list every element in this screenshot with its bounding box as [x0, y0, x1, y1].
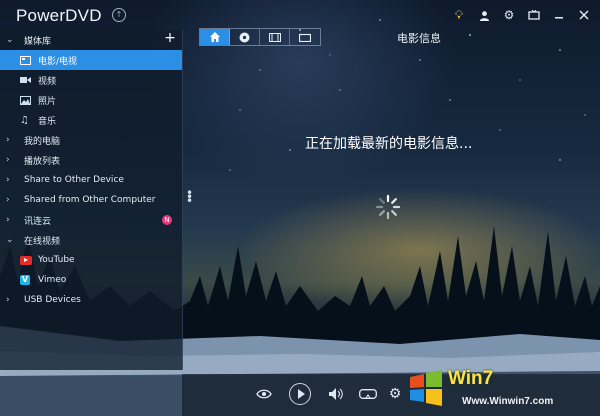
- sidebar-item-label: 讯连云: [24, 216, 52, 227]
- sidebar-item-label: YouTube: [38, 255, 75, 265]
- eye-icon[interactable]: [254, 382, 274, 406]
- sidebar-item-label: 电影/电视: [38, 56, 78, 67]
- photo-icon: [20, 95, 34, 105]
- vr-icon[interactable]: [358, 382, 378, 406]
- movie-icon: [20, 55, 34, 65]
- chevron-right-icon: ›: [6, 155, 10, 165]
- music-icon: ♫: [20, 114, 29, 126]
- youtube-icon: [20, 255, 34, 265]
- video-icon: [20, 76, 34, 84]
- loading-spinner-icon: [375, 194, 401, 220]
- play-button[interactable]: [288, 382, 312, 406]
- home-icon: [209, 32, 220, 42]
- volume-icon[interactable]: [326, 382, 346, 406]
- tv-icon[interactable]: [526, 7, 542, 23]
- tab-film[interactable]: [260, 29, 290, 45]
- vimeo-icon: V: [20, 275, 30, 285]
- sidebar-item-videos[interactable]: 视频: [0, 70, 182, 90]
- chevron-right-icon: ›: [6, 195, 10, 205]
- title-bar: PowerDVD ↑ 💡︎ ⚙: [0, 0, 600, 30]
- view-tabs: [199, 28, 321, 46]
- sidebar-splitter-handle[interactable]: • • •: [186, 187, 193, 207]
- chevron-down-icon: ⌄: [6, 35, 14, 45]
- lightbulb-icon[interactable]: 💡︎: [451, 7, 467, 23]
- tab-home[interactable]: [200, 29, 230, 45]
- gear-icon[interactable]: ⚙: [501, 7, 517, 23]
- add-icon[interactable]: +: [164, 30, 176, 46]
- sidebar-item-label: USB Devices: [24, 295, 81, 305]
- sidebar-item-usb-devices[interactable]: › USB Devices: [0, 290, 182, 310]
- sidebar-item-my-computer[interactable]: › 我的电脑: [0, 130, 182, 150]
- watermark-text: Win7: [448, 368, 494, 389]
- sidebar-item-share-to-other-device[interactable]: › Share to Other Device: [0, 170, 182, 190]
- chevron-right-icon: ›: [6, 215, 10, 225]
- upgrade-badge-icon[interactable]: ↑: [112, 8, 126, 22]
- sidebar-item-label: Share to Other Device: [24, 175, 124, 185]
- sidebar-item-cyberlink-cloud[interactable]: › 讯连云 N: [0, 210, 182, 230]
- tab-disc[interactable]: [230, 29, 260, 45]
- new-badge: N: [162, 215, 172, 225]
- chevron-right-icon: ›: [6, 135, 10, 145]
- sidebar-group-media-library[interactable]: ⌄ 媒体库 +: [0, 30, 182, 50]
- sidebar-item-label: Vimeo: [38, 275, 67, 285]
- sidebar-item-music[interactable]: ♫ 音乐: [0, 110, 182, 130]
- chevron-right-icon: ›: [6, 175, 10, 185]
- sidebar-item-label: 播放列表: [24, 156, 61, 167]
- sidebar-item-label: 视频: [38, 76, 57, 87]
- sidebar-item-youtube[interactable]: YouTube: [0, 250, 182, 270]
- sidebar-item-movies-tv[interactable]: 电影/电视: [0, 50, 182, 70]
- play-icon: [289, 383, 311, 405]
- sidebar-item-label: 照片: [38, 96, 57, 107]
- watermark-url: Www.Winwin7.com: [462, 396, 554, 407]
- disc-icon: [239, 32, 250, 42]
- sidebar-item-label: 我的电脑: [24, 136, 61, 147]
- user-icon[interactable]: [476, 7, 492, 23]
- settings-icon[interactable]: ⚙: [386, 382, 404, 406]
- sidebar-item-playlists[interactable]: › 播放列表: [0, 150, 182, 170]
- minimize-icon[interactable]: [551, 7, 567, 23]
- sidebar-item-vimeo[interactable]: V Vimeo: [0, 270, 182, 290]
- sidebar-group-online-video[interactable]: ⌄ 在线视频: [0, 230, 182, 250]
- chevron-right-icon: ›: [6, 295, 10, 305]
- sidebar: ⌄ 媒体库 + 电影/电视 视频 照片 ♫ 音乐 › 我的电脑 › 播放列表 ›…: [0, 30, 183, 370]
- close-icon[interactable]: [576, 7, 592, 23]
- tv-icon: [299, 33, 311, 42]
- section-title: 电影信息: [397, 32, 441, 45]
- app-title: PowerDVD: [16, 6, 102, 25]
- sidebar-group-label: 媒体库: [24, 36, 52, 47]
- loading-message: 正在加载最新的电影信息...: [305, 136, 473, 152]
- sidebar-item-label: Shared from Other Computer: [24, 195, 156, 205]
- tab-tv[interactable]: [290, 29, 320, 45]
- window-controls: 💡︎ ⚙: [451, 6, 592, 24]
- chevron-down-icon: ⌄: [6, 235, 14, 245]
- sidebar-item-photos[interactable]: 照片: [0, 90, 182, 110]
- sidebar-item-shared-from-other-computer[interactable]: › Shared from Other Computer: [0, 190, 182, 210]
- sidebar-item-label: 音乐: [38, 116, 57, 127]
- sidebar-group-label: 在线视频: [24, 236, 61, 247]
- film-icon: [268, 32, 281, 42]
